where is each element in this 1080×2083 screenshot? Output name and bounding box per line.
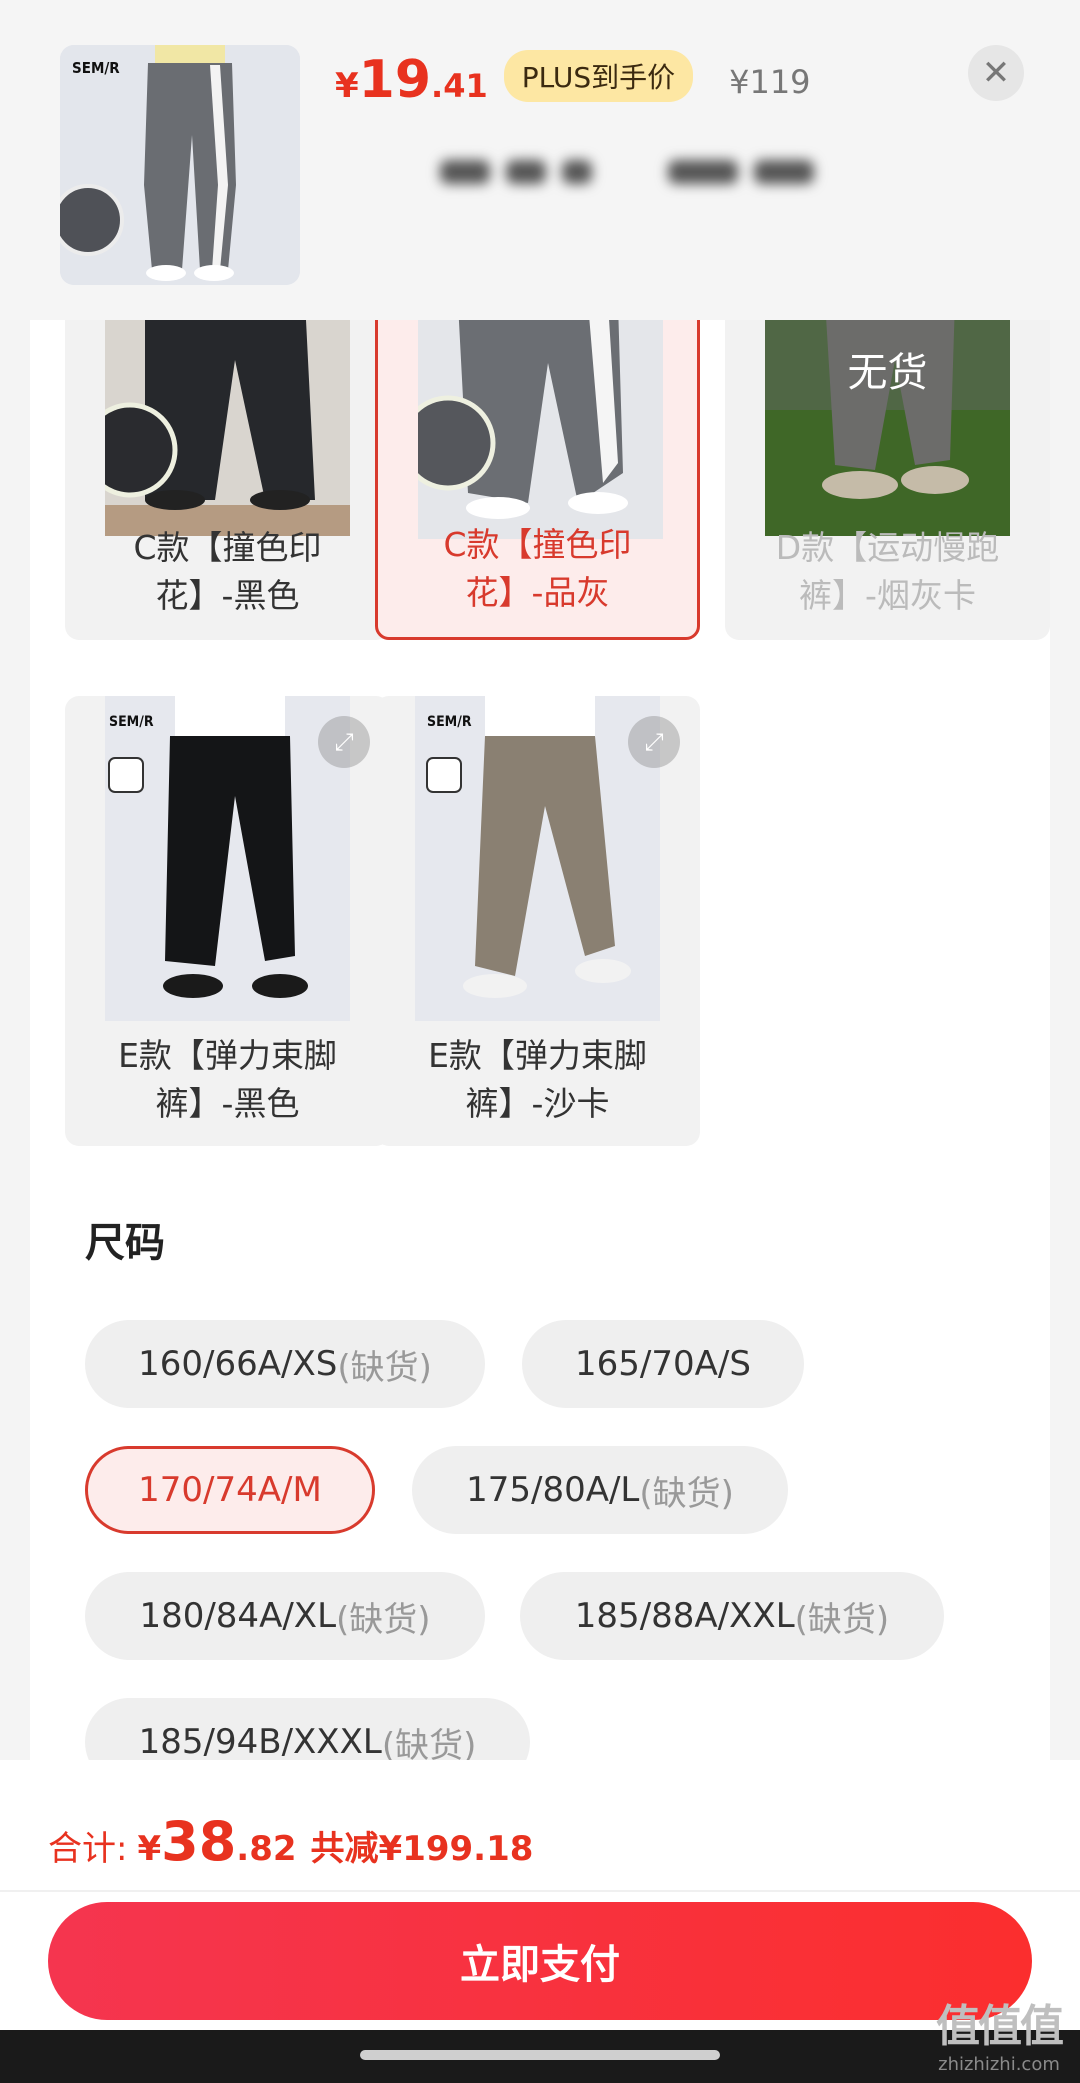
size-stock-note: (缺货) [381,1725,477,1761]
pants-image [60,45,300,285]
size-option-m[interactable]: 170/74A/M [85,1446,375,1534]
price-row: ¥ 19 .41 PLUS到手价 ¥119 [335,50,811,120]
size-label: 180/84A/XL [139,1596,337,1636]
total-integer: 38 [161,1810,237,1873]
out-of-stock-badge: 无货 [847,350,928,396]
watermark-logo: 值值值 [936,2001,1064,2052]
brand-tag: SEM/R [109,714,154,730]
price-integer: 19 [358,50,432,110]
variant-image: SEM/R [105,696,350,1021]
brand-tag: SEM/R [427,714,472,730]
pay-now-button[interactable]: 立即支付 [48,1902,1032,2020]
savings-amount: 共减¥199.18 [310,1829,534,1869]
total-row: 合计: ¥ 38 .82 共减¥199.18 [48,1810,533,1873]
size-stock-note: (缺货) [639,1473,734,1514]
site-watermark: 值值值 zhizhizhi.com [936,1990,1064,2075]
variant-image [105,320,350,536]
variant-image: SEM/R [415,696,660,1021]
variant-option-e-black[interactable]: SEM/R ⤢ E款【弹力束脚裤】-黑色 [65,696,390,1146]
size-option-xl[interactable]: 180/84A/XL (缺货) [85,1572,485,1660]
size-stock-note: (缺货) [336,1599,431,1640]
variant-option-d-smoke[interactable]: 无货 D款【运动慢跑裤】-烟灰卡 [725,320,1050,640]
size-option-xs[interactable]: 160/66A/XS (缺货) [85,1320,485,1408]
variant-option-e-khaki[interactable]: SEM/R ⤢ E款【弹力束脚裤】-沙卡 [375,696,700,1146]
total-decimal: .82 [236,1829,297,1869]
variant-image [418,320,663,539]
size-stock-note: (缺货) [794,1599,890,1640]
product-thumbnail[interactable]: SEM/R [60,45,300,285]
variant-label: E款【弹力束脚裤】-黑色 [118,1036,337,1123]
variant-label: D款【运动慢跑裤】-烟灰卡 [775,528,1000,615]
size-option-l[interactable]: 175/80A/L (缺货) [412,1446,788,1534]
expand-icon[interactable]: ⤢ [628,716,680,768]
total-currency: ¥ [137,1829,162,1869]
size-label: 175/80A/L [466,1470,640,1510]
size-label: 160/66A/XS [138,1344,338,1384]
blurred-selection-text [440,160,860,194]
size-option-s[interactable]: 165/70A/S [522,1320,804,1408]
variant-label: E款【弹力束脚裤】-沙卡 [428,1036,647,1123]
sku-selection-sheet: SEM/R ¥ 19 .41 PLUS到手价 ¥119 ✕ C款【撞色印花】-黑… [0,0,1080,2083]
size-option-xxl[interactable]: 185/88A/XXL (缺货) [520,1572,944,1660]
variant-label: C款【撞色印花】-品灰 [443,525,632,612]
variant-option-c-black[interactable]: C款【撞色印花】-黑色 [65,320,390,640]
variant-option-c-gray[interactable]: C款【撞色印花】-品灰 [375,320,700,640]
footer-divider [0,1890,1080,1892]
expand-icon[interactable]: ⤢ [318,716,370,768]
close-button[interactable]: ✕ [968,45,1024,101]
size-option-xxxl[interactable]: 185/94B/XXXL (缺货) [85,1698,530,1760]
size-stock-note: (缺货) [337,1347,432,1388]
home-gesture-handle[interactable] [360,2050,720,2060]
size-label: 165/70A/S [575,1344,751,1384]
total-label: 合计: [48,1829,128,1869]
size-label: 185/94B/XXXL [138,1722,382,1760]
price-decimal: .41 [431,67,488,105]
original-price: ¥119 [729,63,811,101]
close-icon: ✕ [981,53,1011,93]
system-nav-bar [0,2030,1080,2083]
size-label: 185/88A/XXL [574,1596,795,1636]
variant-image: 无货 [765,320,1010,536]
brand-tag: SEM/R [72,59,120,77]
size-label: 170/74A/M [138,1470,322,1510]
size-section-title: 尺码 [85,1220,165,1266]
watermark-url: zhizhizhi.com [938,2054,1060,2075]
plus-price-badge: PLUS到手价 [503,50,694,102]
price-currency: ¥ [335,66,359,106]
variant-label: C款【撞色印花】-黑色 [133,528,322,615]
product-header: SEM/R ¥ 19 .41 PLUS到手价 ¥119 ✕ [0,0,1080,320]
variant-scroll-area[interactable]: C款【撞色印花】-黑色 C款【撞色印花】-品灰 无货 D款【运动慢跑裤】-烟灰卡… [30,320,1050,1760]
